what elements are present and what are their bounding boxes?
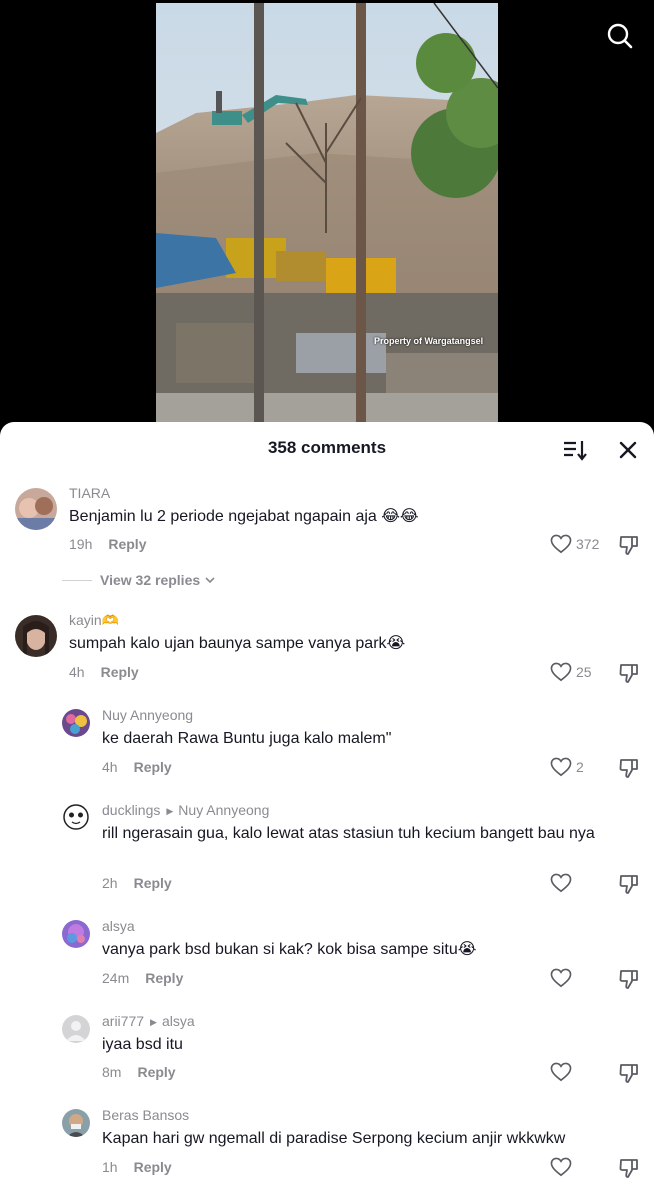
reply-arrow-icon: ▶ [166,806,174,816]
like-count: 2 [576,759,584,775]
comment-text: ke daerah Rawa Buntu juga kalo malem" [102,730,392,747]
like-button[interactable]: 25 [550,661,592,683]
chevron-down-icon [205,577,215,584]
dislike-icon [619,759,638,778]
like-count: 25 [576,664,592,680]
avatar[interactable] [15,488,57,530]
heart-icon [550,1062,572,1082]
like-button[interactable] [550,1156,576,1178]
dislike-icon [619,875,638,894]
reply-target[interactable]: Nuy Annyeong [178,802,269,818]
reply-button[interactable]: Reply [134,1159,172,1175]
comment-time: 24m [102,970,130,986]
comment-time: 2h [102,875,118,891]
comment-time: 4h [69,664,85,680]
heart-icon [550,968,572,988]
reply-target[interactable]: alsya [162,1013,195,1029]
heart-icon [550,662,572,682]
comments-count: 358 comments [267,438,387,457]
comment-time: 1h [102,1159,118,1175]
comment-time: 19h [69,536,93,552]
comment-meta: 2h Reply [102,875,172,891]
comment-username[interactable]: arii777 ▶ alsya [102,1013,195,1029]
heart-icon [550,1157,572,1177]
video-thumbnail-image [156,3,498,422]
view-replies-label: View 32 replies [100,572,201,588]
dislike-button[interactable] [618,662,640,684]
avatar[interactable] [15,615,57,657]
dislike-icon [619,1159,638,1178]
heart-icon [550,873,572,893]
dislike-button[interactable] [618,534,640,556]
search-icon [607,23,633,49]
comment-text: vanya park bsd bukan si kak? kok bisa sa… [102,941,477,958]
like-button[interactable]: 2 [550,756,584,778]
dislike-icon [619,970,638,989]
like-button[interactable]: 372 [550,533,599,555]
dislike-button[interactable] [618,1062,640,1084]
heart-icon [550,534,572,554]
comment-time: 8m [102,1064,122,1080]
comment-username[interactable]: alsya [102,918,135,934]
video-watermark: Property of Wargatangsel [374,336,484,346]
avatar[interactable] [62,920,90,948]
like-button[interactable] [550,1061,576,1083]
reply-arrow-icon: ▶ [150,1017,157,1027]
comment-meta: 24m Reply [102,970,183,986]
reply-button[interactable]: Reply [101,664,139,680]
view-replies-button[interactable]: View 32 replies [62,572,216,588]
dislike-button[interactable] [618,757,640,779]
comment-username[interactable]: Beras Bansos [102,1107,189,1123]
comment-text: Kapan hari gw ngemall di paradise Serpon… [102,1130,566,1147]
dislike-button[interactable] [618,1157,640,1179]
heart-icon [550,757,572,777]
reply-button[interactable]: Reply [108,536,146,552]
reply-button[interactable]: Reply [134,759,172,775]
divider [62,579,92,581]
comment-meta: 19h Reply [69,536,146,552]
comment-text: rill ngerasain gua, kalo lewat atas stas… [102,825,595,842]
comment-username[interactable]: Nuy Annyeong [102,707,193,723]
comment-meta: 4h Reply [102,759,172,775]
close-button[interactable] [617,439,639,461]
avatar[interactable] [62,1015,90,1043]
comment-username[interactable]: TIARA [69,485,110,501]
reply-button[interactable]: Reply [145,970,183,986]
avatar[interactable] [62,709,90,737]
search-button[interactable] [604,20,636,52]
dislike-icon [619,1064,638,1083]
close-icon [619,441,637,459]
dislike-icon [619,536,638,555]
comments-panel: 358 comments TIARA Benjamin lu 2 periode… [0,422,654,1200]
comments-header: 358 comments [0,422,654,476]
avatar[interactable] [62,803,90,831]
like-button[interactable] [550,967,576,989]
comment-text: iyaa bsd itu [102,1036,183,1053]
dislike-button[interactable] [618,968,640,990]
comment-time: 4h [102,759,118,775]
dislike-button[interactable] [618,873,640,895]
like-button[interactable] [550,872,576,894]
comment-meta: 4h Reply [69,664,139,680]
reply-button[interactable]: Reply [134,875,172,891]
dislike-icon [619,664,638,683]
comment-username[interactable]: kayin🫶 [69,612,119,629]
reply-author[interactable]: arii777 [102,1013,144,1029]
reply-author[interactable]: ducklings [102,802,160,818]
comment-meta: 8m Reply [102,1064,176,1080]
like-count: 372 [576,536,600,552]
comment-text: Benjamin lu 2 periode ngejabat ngapain a… [69,508,419,525]
video-player[interactable]: Property of Wargatangsel [0,0,654,440]
avatar[interactable] [62,1109,90,1137]
reply-button[interactable]: Reply [137,1064,175,1080]
comment-meta: 1h Reply [102,1159,172,1175]
sort-button[interactable] [562,438,588,462]
sort-icon [564,441,587,461]
comment-text: sumpah kalo ujan baunya sampe vanya park… [69,635,406,652]
video-frame[interactable]: Property of Wargatangsel [156,3,498,422]
comment-username[interactable]: ducklings ▶ Nuy Annyeong [102,802,269,818]
